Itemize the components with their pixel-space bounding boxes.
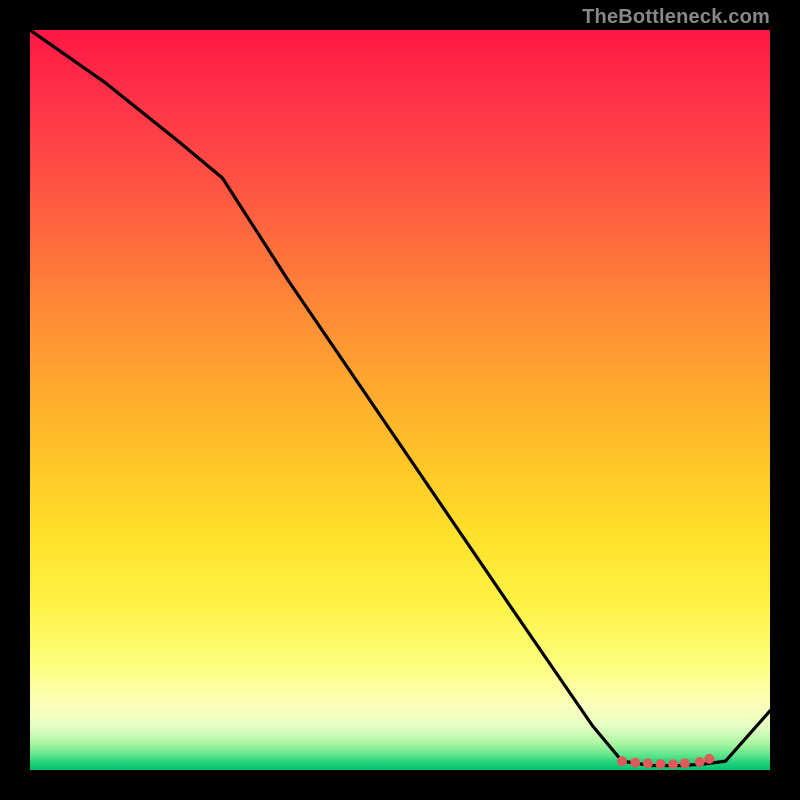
data-marker bbox=[630, 758, 640, 768]
data-marker bbox=[695, 757, 705, 767]
data-marker bbox=[704, 754, 714, 764]
plot-area bbox=[30, 30, 770, 770]
data-marker bbox=[668, 759, 678, 769]
data-marker bbox=[643, 758, 653, 768]
data-line bbox=[30, 30, 770, 766]
chart-svg bbox=[30, 30, 770, 770]
chart-frame: TheBottleneck.com bbox=[0, 0, 800, 800]
data-marker bbox=[617, 756, 627, 766]
data-marker bbox=[680, 758, 690, 768]
data-marker bbox=[655, 759, 665, 769]
watermark-text: TheBottleneck.com bbox=[582, 6, 770, 29]
